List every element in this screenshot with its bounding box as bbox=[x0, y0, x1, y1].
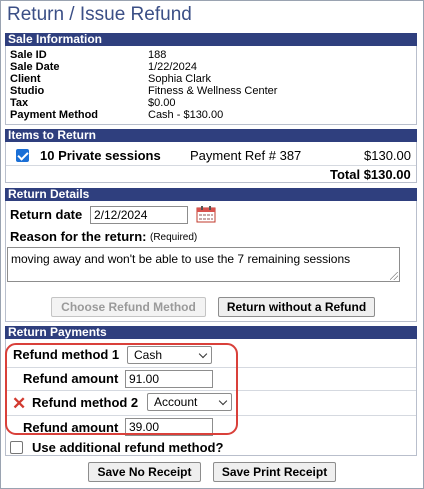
client-label: Client bbox=[10, 73, 41, 85]
refund-method-2-select[interactable]: Account bbox=[147, 393, 232, 411]
refund-method-2-value: Account bbox=[154, 395, 198, 409]
item-amount: $130.00 bbox=[364, 148, 411, 163]
payment-method-label: Payment Method bbox=[10, 109, 99, 121]
return-date-input[interactable]: 2/12/2024 bbox=[90, 206, 188, 224]
items-header: Items to Return bbox=[5, 129, 417, 142]
payments-divider-3 bbox=[6, 415, 416, 416]
sale-date-value: 1/22/2024 bbox=[148, 61, 197, 73]
resize-grip-icon[interactable] bbox=[390, 272, 398, 280]
return-date-label: Return date bbox=[10, 207, 83, 222]
calendar-icon[interactable] bbox=[196, 205, 216, 223]
tax-label: Tax bbox=[10, 97, 29, 109]
additional-method-label: Use additional refund method? bbox=[32, 440, 224, 455]
sale-id-label: Sale ID bbox=[10, 49, 47, 61]
refund-method-1-select[interactable]: Cash bbox=[127, 346, 212, 364]
additional-method-checkbox[interactable] bbox=[10, 441, 23, 454]
item-name: 10 Private sessions bbox=[40, 148, 161, 163]
return-payments-header: Return Payments bbox=[5, 326, 417, 339]
reason-required-note: (Required) bbox=[150, 232, 198, 243]
client-value: Sophia Clark bbox=[148, 73, 211, 85]
sale-information-header: Sale Information bbox=[5, 33, 417, 46]
sale-date-label: Sale Date bbox=[10, 61, 60, 73]
sale-id-value: 188 bbox=[148, 49, 167, 61]
refund-amount-2-label: Refund amount bbox=[23, 420, 119, 435]
save-print-receipt-button[interactable]: Save Print Receipt bbox=[213, 462, 336, 482]
refund-amount-1-label: Refund amount bbox=[23, 371, 119, 386]
item-checkbox[interactable] bbox=[16, 149, 29, 162]
payment-method-value: Cash - $130.00 bbox=[148, 109, 224, 121]
refund-method-1-label: Refund method 1 bbox=[13, 347, 120, 362]
choose-refund-method-button[interactable]: Choose Refund Method bbox=[51, 297, 206, 317]
chevron-down-icon bbox=[218, 396, 228, 406]
item-payment-ref: Payment Ref # 387 bbox=[190, 148, 302, 163]
payments-divider-2 bbox=[6, 390, 416, 391]
return-without-refund-button[interactable]: Return without a Refund bbox=[218, 297, 375, 317]
reason-text: moving away and won't be able to use the… bbox=[11, 252, 351, 266]
payments-divider-1 bbox=[6, 367, 416, 368]
refund-amount-2-input[interactable]: 39.00 bbox=[125, 418, 213, 436]
tax-value: $0.00 bbox=[148, 97, 176, 109]
chevron-down-icon bbox=[198, 349, 208, 359]
studio-label: Studio bbox=[10, 85, 45, 97]
items-divider bbox=[6, 165, 416, 166]
studio-value: Fitness & Wellness Center bbox=[148, 85, 278, 97]
save-no-receipt-button[interactable]: Save No Receipt bbox=[88, 462, 201, 482]
refund-method-2-label: Refund method 2 bbox=[32, 395, 139, 410]
reason-label: Reason for the return: bbox=[10, 229, 147, 244]
reason-textarea[interactable]: moving away and won't be able to use the… bbox=[7, 247, 400, 282]
items-total: Total $130.00 bbox=[330, 167, 411, 182]
remove-method-icon[interactable]: ✕ bbox=[12, 395, 26, 412]
page-title: Return / Issue Refund bbox=[7, 4, 192, 25]
refund-amount-1-input[interactable]: 91.00 bbox=[125, 370, 213, 388]
refund-method-1-value: Cash bbox=[134, 348, 163, 362]
return-details-header: Return Details bbox=[5, 188, 417, 201]
